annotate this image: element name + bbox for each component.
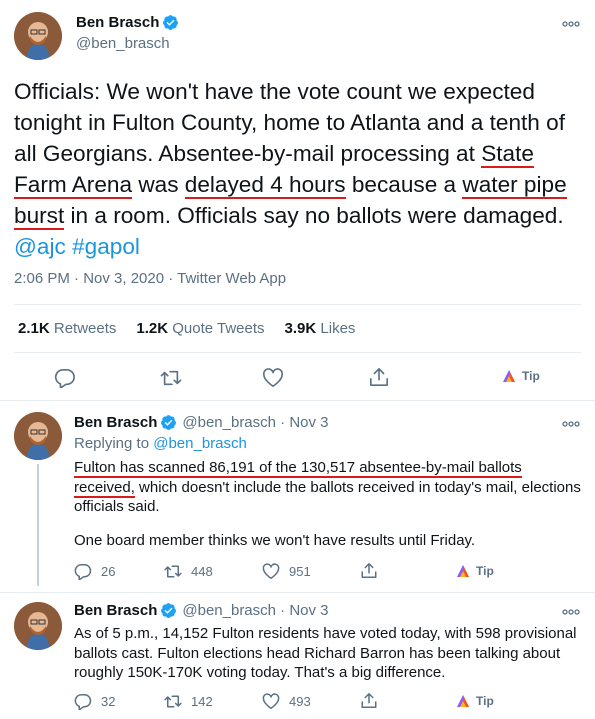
- tweet-text-part: was: [132, 172, 185, 197]
- tweet-stats: 2.1K Retweets 1.2K Quote Tweets 3.9K Lik…: [18, 320, 375, 337]
- author-name-row[interactable]: Ben Brasch: [76, 14, 179, 31]
- avatar[interactable]: [14, 412, 62, 460]
- likes-count: 3.9K: [284, 320, 317, 337]
- tweet-text: Officials: We won't have the vote count …: [14, 76, 589, 262]
- share-button[interactable]: [360, 692, 378, 709]
- retweet-icon: [160, 370, 182, 386]
- author-name[interactable]: Ben Brasch: [74, 414, 157, 431]
- share-button[interactable]: [360, 562, 378, 579]
- verified-badge-icon: [163, 15, 179, 30]
- like-button[interactable]: 493: [262, 693, 311, 710]
- tweet-actions: Tip: [0, 366, 595, 390]
- replying-to: Replying to @ben_brasch: [74, 435, 247, 452]
- tweet-text-paragraph: One board member thinks we won't have re…: [74, 532, 476, 549]
- author-name-row[interactable]: Ben Brasch @ben_brasch · Nov 3: [74, 602, 329, 619]
- retweets-count: 2.1K: [18, 320, 50, 337]
- quotes-count: 1.2K: [136, 320, 169, 337]
- author-name[interactable]: Ben Brasch: [76, 14, 159, 31]
- retweet-button[interactable]: 448: [164, 563, 213, 580]
- author-handle-date[interactable]: @ben_brasch · Nov 3: [182, 414, 328, 431]
- tweet-timestamp[interactable]: 2:06 PM · Nov 3, 2020 · Twitter Web App: [14, 270, 286, 287]
- tip-button[interactable]: Tip: [456, 694, 494, 708]
- tip-button[interactable]: Tip: [456, 564, 494, 578]
- more-options-icon[interactable]: [562, 21, 580, 27]
- tip-label: Tip: [476, 694, 494, 708]
- avatar[interactable]: [14, 12, 62, 60]
- like-button[interactable]: 951: [262, 563, 311, 580]
- thread-connector: [37, 464, 39, 586]
- verified-badge-icon: [161, 603, 177, 618]
- author-handle-date[interactable]: @ben_brasch · Nov 3: [182, 602, 328, 619]
- likes-label: Likes: [320, 320, 356, 337]
- replying-handle-link[interactable]: @ben_brasch: [153, 435, 247, 452]
- verified-badge-icon: [161, 415, 177, 430]
- tweet-text-part: which doesn't include the ballots receiv…: [74, 478, 581, 516]
- tweet-text: As of 5 p.m., 14,152 Fulton residents ha…: [74, 625, 577, 681]
- likes-stat[interactable]: 3.9K Likes: [285, 320, 356, 337]
- share-icon: [370, 368, 388, 386]
- reply-button[interactable]: 32: [74, 693, 115, 710]
- reply-button[interactable]: 26: [74, 563, 115, 580]
- tip-icon: [457, 695, 469, 707]
- highlighted-phrase: delayed 4 hours: [184, 172, 346, 199]
- tip-label: Tip: [476, 564, 494, 578]
- tip-label: Tip: [522, 369, 540, 383]
- heart-icon: [262, 693, 280, 709]
- more-options-icon[interactable]: [562, 609, 580, 615]
- tip-icon: [457, 565, 469, 577]
- reply-icon: [74, 563, 92, 580]
- tip-button[interactable]: Tip: [502, 369, 540, 383]
- tweet-text: Fulton has scanned 86,191 of the 130,517…: [74, 458, 584, 517]
- retweet-icon: [164, 695, 182, 708]
- replying-prefix: Replying to: [74, 435, 154, 452]
- share-icon: [361, 693, 377, 708]
- reply-count: 26: [101, 564, 116, 579]
- share-button[interactable]: [368, 367, 390, 387]
- retweets-label: Retweets: [53, 320, 117, 337]
- retweet-icon: [164, 565, 182, 578]
- retweet-button[interactable]: [160, 368, 182, 388]
- quotes-stat[interactable]: 1.2K Quote Tweets: [136, 320, 264, 337]
- divider: [0, 592, 595, 593]
- retweet-count: 142: [191, 694, 213, 709]
- like-count: 951: [289, 564, 311, 579]
- author-name-row[interactable]: Ben Brasch @ben_brasch · Nov 3: [74, 414, 329, 431]
- author-handle[interactable]: @ben_brasch: [76, 35, 170, 52]
- tip-icon: [503, 370, 515, 382]
- reply-count: 32: [101, 694, 116, 709]
- retweet-count: 448: [191, 564, 213, 579]
- more-options-icon[interactable]: [562, 421, 580, 427]
- tweet-text-part: in a room. Officials say no ballots were…: [64, 203, 564, 228]
- heart-icon: [262, 368, 284, 387]
- like-count: 493: [289, 694, 311, 709]
- mention-hashtag-links[interactable]: @ajc #gapol: [14, 234, 140, 259]
- retweet-button[interactable]: 142: [164, 693, 213, 710]
- avatar[interactable]: [14, 602, 62, 650]
- retweets-stat[interactable]: 2.1K Retweets: [18, 320, 116, 337]
- divider: [0, 400, 595, 401]
- divider: [14, 304, 581, 305]
- reply-button[interactable]: [54, 368, 76, 388]
- share-icon: [361, 563, 377, 578]
- like-button[interactable]: [262, 368, 284, 388]
- tweet-text-part: because a: [345, 172, 463, 197]
- quotes-label: Quote Tweets: [172, 320, 265, 337]
- divider: [14, 352, 581, 353]
- heart-icon: [262, 563, 280, 579]
- reply-icon: [74, 693, 92, 710]
- author-name[interactable]: Ben Brasch: [74, 602, 157, 619]
- reply-icon: [54, 368, 75, 388]
